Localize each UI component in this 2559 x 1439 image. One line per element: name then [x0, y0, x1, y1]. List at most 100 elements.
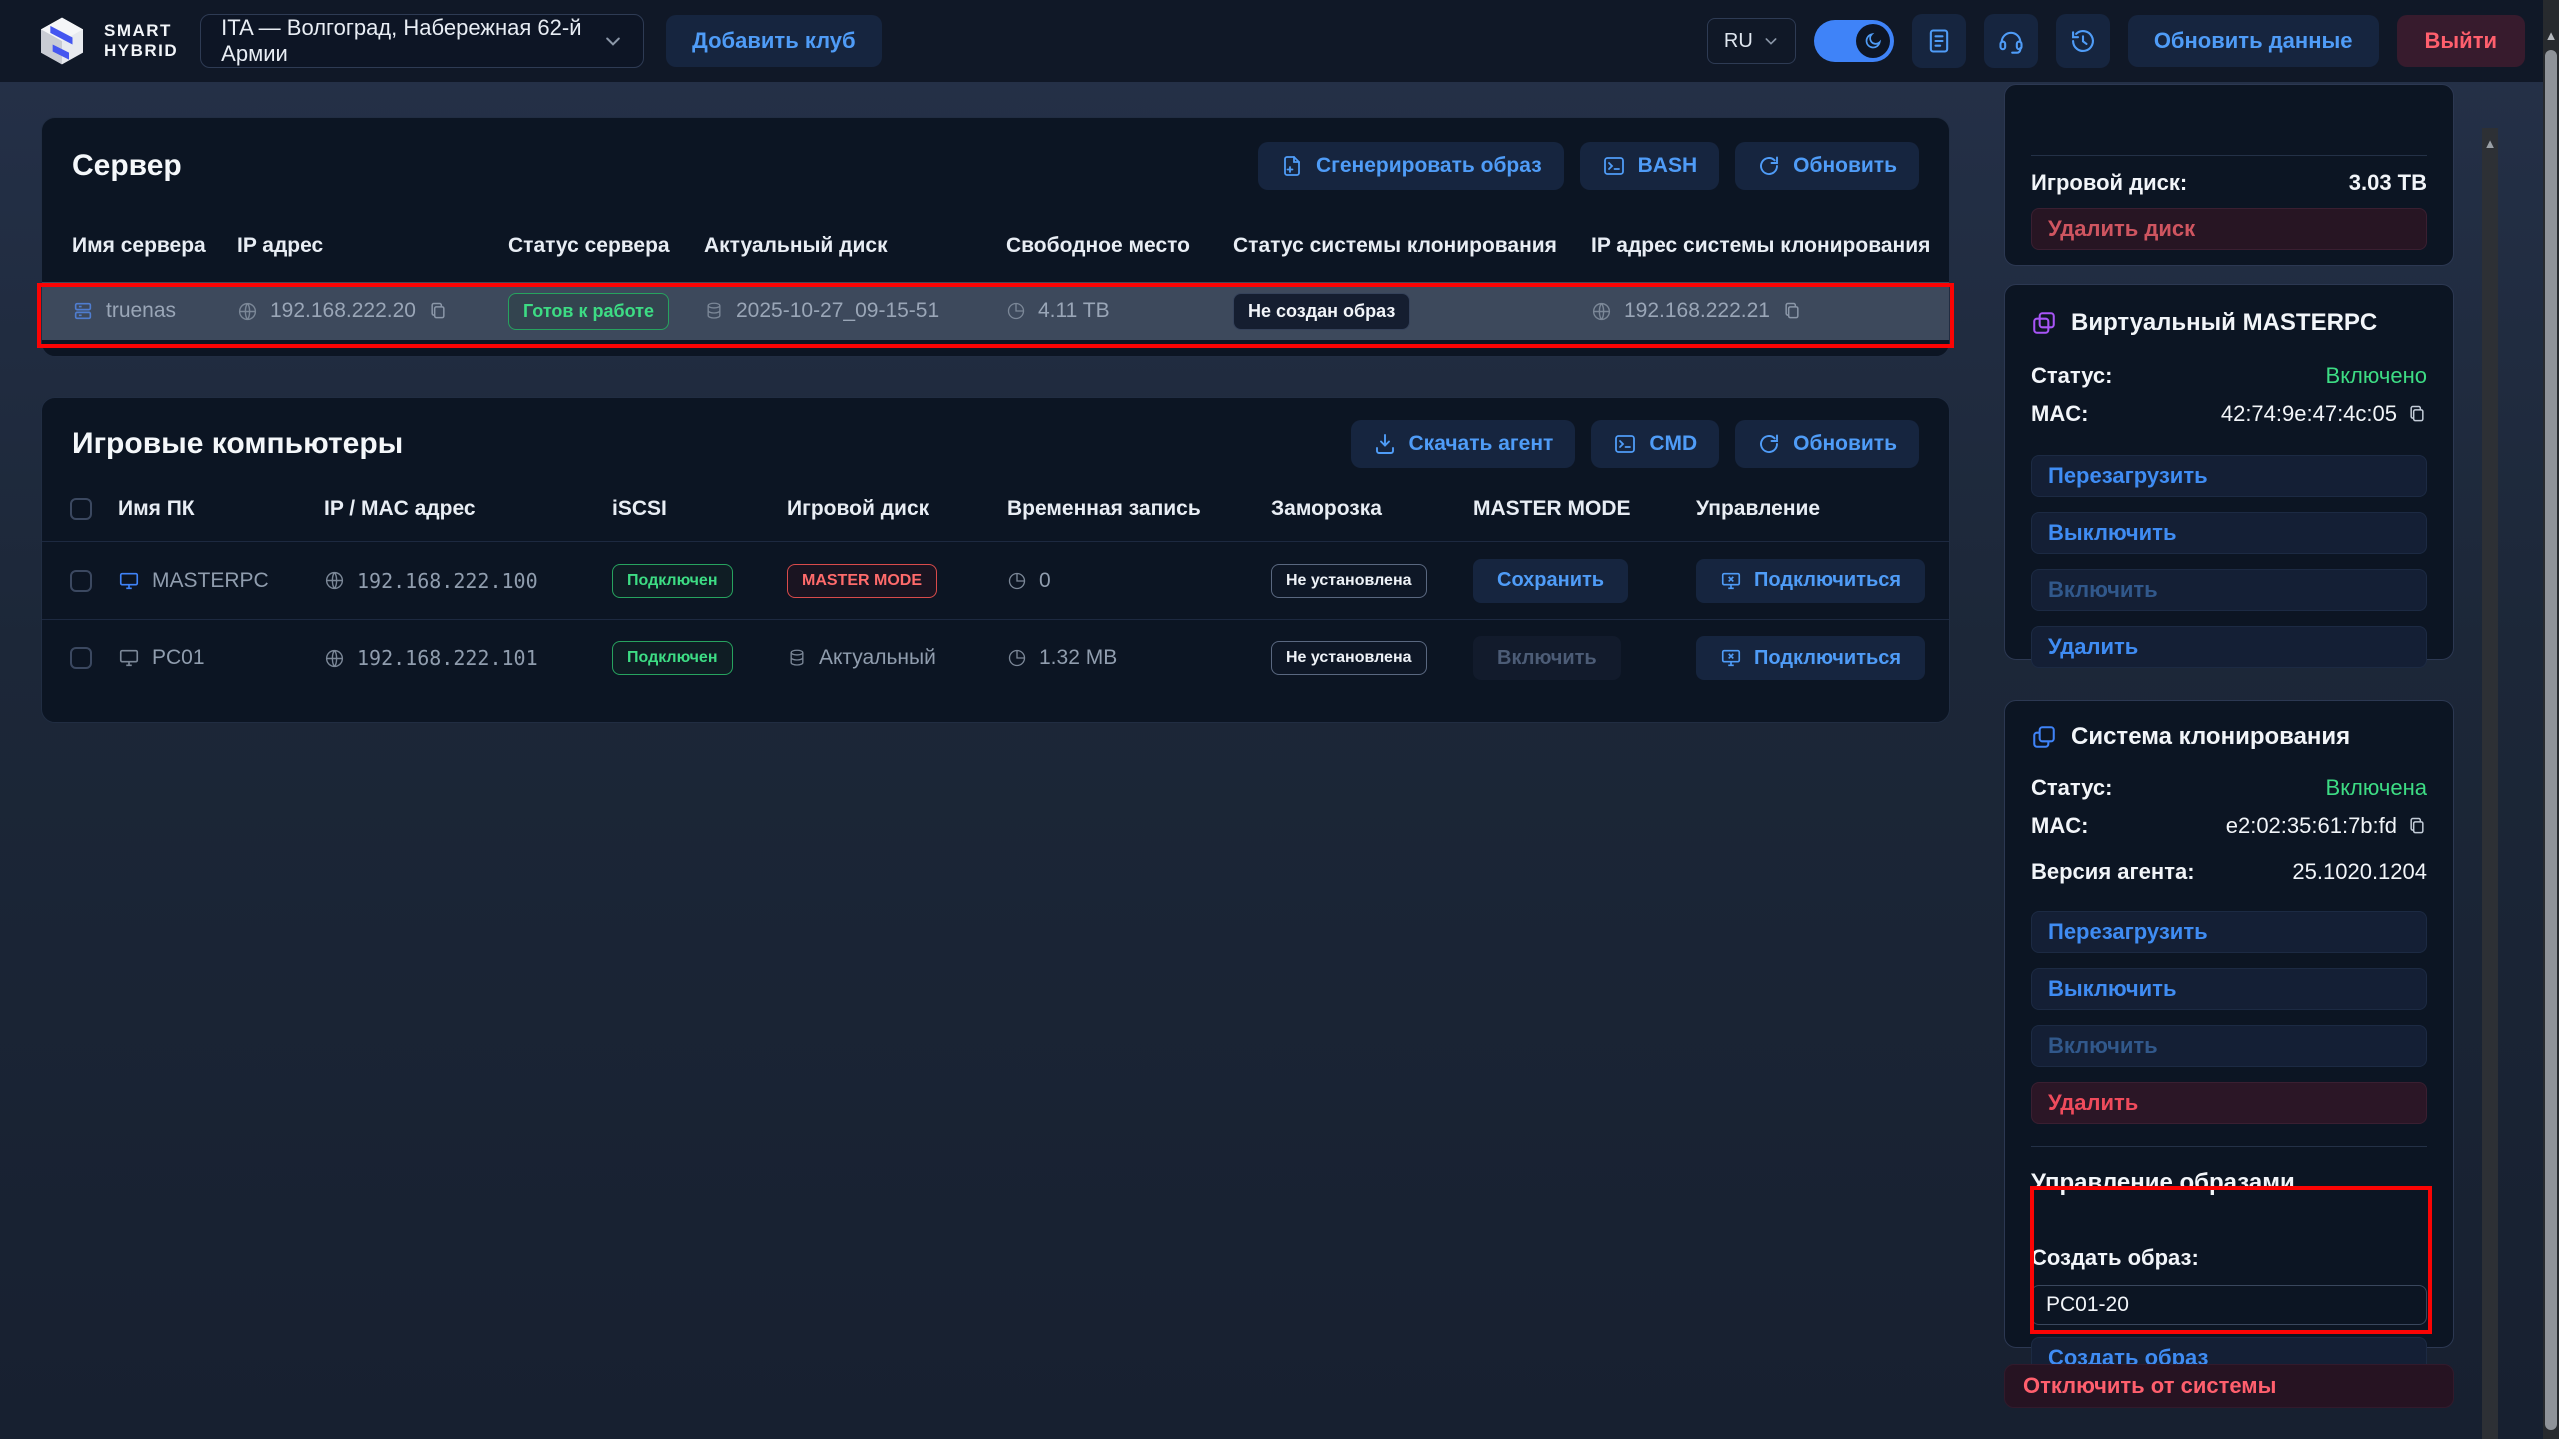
server-table-header: Имя сервера IP адрес Статус сервера Акту…: [42, 210, 1949, 282]
vm-delete-button[interactable]: Удалить: [2031, 626, 2427, 668]
pc-name: PC01: [152, 646, 205, 670]
download-agent-button[interactable]: Скачать агент: [1351, 420, 1576, 468]
support-button[interactable]: [1984, 14, 2038, 68]
pie-icon: [1007, 571, 1027, 591]
server-refresh-button[interactable]: Обновить: [1735, 142, 1919, 190]
vm-icon: [2031, 310, 2057, 336]
cloning-system-card: Система клонирования Статус: Включена MA…: [2004, 700, 2454, 1348]
server-icon: [72, 300, 94, 322]
select-all-checkbox[interactable]: [70, 498, 92, 520]
logo-text: SMART HYBRID: [104, 21, 178, 61]
master-mode-save-button[interactable]: Сохранить: [1473, 559, 1628, 603]
add-club-button[interactable]: Добавить клуб: [666, 15, 881, 67]
computers-card: Игровые компьютеры Скачать агент CMD Обн…: [41, 397, 1950, 723]
logs-button[interactable]: [1912, 14, 1966, 68]
file-plus-icon: [1280, 154, 1304, 178]
delete-disk-button[interactable]: Удалить диск: [2031, 208, 2427, 250]
copy-icon[interactable]: [2407, 404, 2427, 424]
headset-icon: [1997, 27, 2025, 55]
language-select[interactable]: RU: [1707, 18, 1796, 64]
iscsi-status-badge: Подключен: [612, 564, 733, 598]
cmd-button[interactable]: CMD: [1591, 420, 1719, 468]
pie-icon: [1007, 648, 1027, 668]
bash-button[interactable]: BASH: [1580, 142, 1720, 190]
computers-section-title: Игровые компьютеры: [72, 427, 403, 461]
vm-mac-value: 42:74:9e:47:4c:05: [2221, 401, 2397, 427]
master-mode-badge: MASTER MODE: [787, 564, 937, 598]
connect-button[interactable]: Подключиться: [1696, 559, 1925, 603]
clone-card-title: Система клонирования: [2071, 723, 2350, 751]
disk-icon: [704, 301, 724, 321]
generate-image-button[interactable]: Сгенерировать образ: [1258, 142, 1564, 190]
clone-reboot-button[interactable]: Перезагрузить: [2031, 911, 2427, 953]
refresh-data-button[interactable]: Обновить данные: [2128, 15, 2379, 67]
terminal-icon: [1613, 432, 1637, 456]
scroll-up-arrow-icon[interactable]: ▲: [2543, 0, 2559, 43]
copy-icon[interactable]: [1782, 301, 1802, 321]
clone-mac-label: MAC:: [2031, 813, 2088, 839]
page-scrollbar-thumb[interactable]: [2545, 50, 2557, 1430]
freeze-badge: Не установлена: [1271, 564, 1427, 598]
row-checkbox[interactable]: [70, 570, 92, 592]
vm-mac-label: MAC:: [2031, 401, 2088, 427]
game-disk-value: Актуальный: [819, 646, 936, 670]
computers-table-header: Имя ПК IP / MAC адрес iSCSI Игровой диск…: [42, 476, 1949, 542]
row-checkbox[interactable]: [70, 647, 92, 669]
connect-button[interactable]: Подключиться: [1696, 636, 1925, 680]
theme-toggle[interactable]: [1814, 20, 1894, 62]
moon-icon: [1856, 24, 1890, 58]
page-scrollbar[interactable]: ▲: [2543, 0, 2559, 1439]
vm-reboot-button[interactable]: Перезагрузить: [2031, 455, 2427, 497]
copy-icon[interactable]: [2407, 816, 2427, 836]
sidebar-scrollbar[interactable]: ▲: [2482, 128, 2498, 1439]
computer-row-pc01[interactable]: PC01 192.168.222.101 Подключен Актуальны…: [42, 619, 1949, 696]
disconnect-system-button[interactable]: Отключить от системы: [2004, 1364, 2454, 1408]
server-table-row[interactable]: truenas 192.168.222.20 Готов к работе 20…: [42, 282, 1949, 340]
pie-icon: [1006, 301, 1026, 321]
clone-status-value: Включена: [2326, 775, 2427, 801]
create-image-label: Создать образ:: [2031, 1245, 2427, 1271]
chevron-down-icon: [1763, 33, 1779, 49]
server-name: truenas: [106, 299, 176, 323]
freeze-badge: Не установлена: [1271, 641, 1427, 675]
pc-ip: 192.168.222.100: [357, 569, 538, 593]
monitor-connect-icon: [1720, 647, 1742, 669]
clone-icon: [2031, 724, 2057, 750]
scroll-up-arrow-icon[interactable]: ▲: [2482, 128, 2498, 151]
download-icon: [1373, 432, 1397, 456]
vm-poweron-button[interactable]: Включить: [2031, 569, 2427, 611]
app-logo: SMART HYBRID: [34, 13, 178, 69]
master-mode-enable-button[interactable]: Включить: [1473, 636, 1621, 680]
server-status-badge: Готов к работе: [508, 293, 669, 330]
document-icon: [1925, 27, 1953, 55]
pc-name: MASTERPC: [152, 569, 269, 593]
pc-ip: 192.168.222.101: [357, 646, 538, 670]
clone-mac-value: e2:02:35:61:7b:fd: [2226, 813, 2397, 839]
vm-status-label: Статус:: [2031, 363, 2112, 389]
vm-shutdown-button[interactable]: Выключить: [2031, 512, 2427, 554]
vm-card-title: Виртуальный MASTERPC: [2071, 309, 2377, 337]
temp-write-value: 1.32 MB: [1039, 646, 1117, 670]
globe-icon: [237, 301, 258, 322]
history-button[interactable]: [2056, 14, 2110, 68]
refresh-icon: [1757, 154, 1781, 178]
logout-button[interactable]: Выйти: [2397, 15, 2526, 67]
clone-ip-value: 192.168.222.21: [1624, 299, 1770, 323]
clone-poweron-button[interactable]: Включить: [2031, 1025, 2427, 1067]
club-select[interactable]: ITA — Волгоград, Набережная 62-й Армии: [200, 14, 644, 68]
computer-row-masterpc[interactable]: MASTERPC 192.168.222.100 Подключен MASTE…: [42, 542, 1949, 619]
clone-delete-button[interactable]: Удалить: [2031, 1082, 2427, 1124]
computers-refresh-button[interactable]: Обновить: [1735, 420, 1919, 468]
chevron-down-icon: [603, 31, 623, 51]
globe-icon: [324, 648, 345, 669]
copy-icon[interactable]: [428, 301, 448, 321]
logo-cube-icon: [34, 13, 90, 69]
vm-status-value: Включено: [2326, 363, 2427, 389]
clone-shutdown-button[interactable]: Выключить: [2031, 968, 2427, 1010]
globe-icon: [1591, 301, 1612, 322]
temp-write-value: 0: [1039, 569, 1051, 593]
iscsi-status-badge: Подключен: [612, 641, 733, 675]
free-space-value: 4.11 TB: [1038, 299, 1110, 323]
image-name-input[interactable]: [2031, 1285, 2427, 1325]
server-section-title: Сервер: [72, 149, 182, 183]
